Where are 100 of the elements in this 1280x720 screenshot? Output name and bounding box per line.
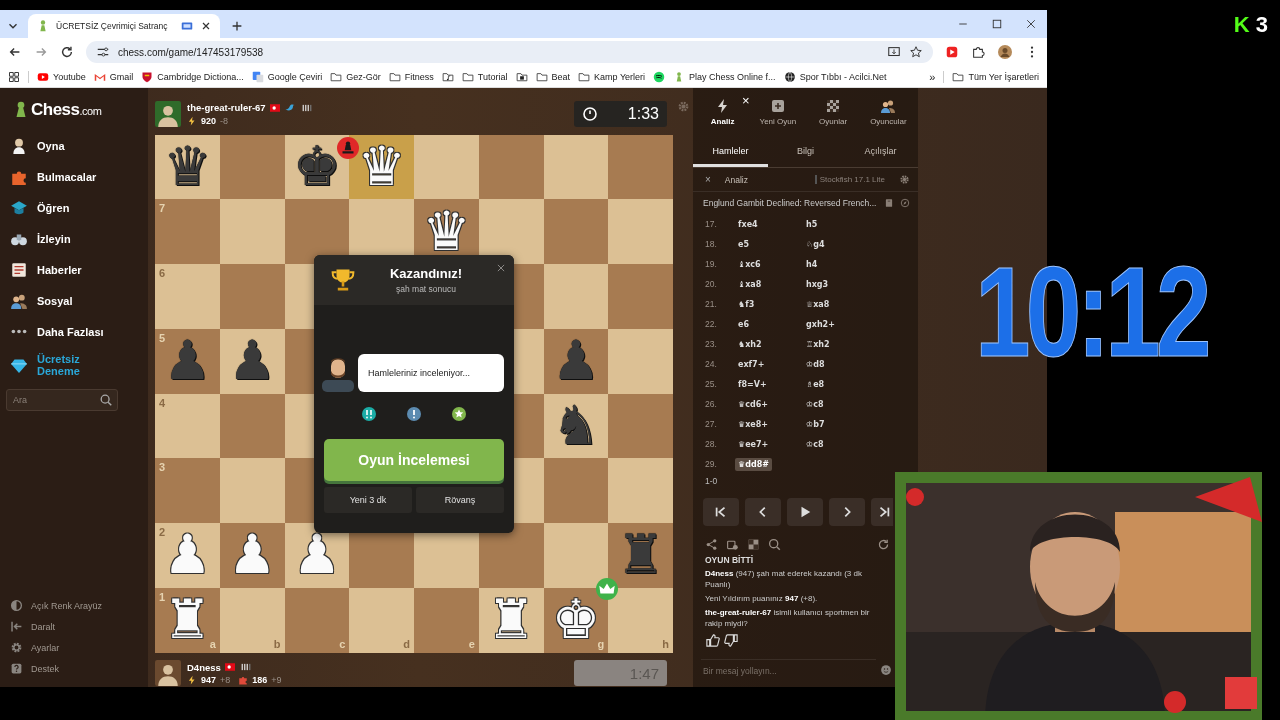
bookmark[interactable]: Tutorial	[461, 70, 508, 83]
panel-tab[interactable]: Hamleler	[693, 138, 768, 167]
move[interactable]: ♔c8	[803, 437, 871, 451]
board-square[interactable]: ♛	[155, 134, 220, 200]
move[interactable]: gxh2+	[803, 317, 871, 331]
move[interactable]: ♕xa8	[803, 297, 871, 311]
bookmark[interactable]: Beat	[535, 70, 571, 83]
reload-icon[interactable]	[60, 45, 74, 59]
move[interactable]: hxg3	[803, 277, 871, 291]
board-square[interactable]: ♞	[543, 393, 609, 459]
close-icon[interactable]	[200, 20, 212, 32]
install-icon[interactable]	[887, 45, 901, 59]
logo-text[interactable]: Chess.com	[31, 100, 102, 120]
panel-nav-item[interactable]: Oyunlar	[806, 98, 861, 138]
move[interactable]: ♞f3	[735, 297, 803, 311]
move[interactable]: ♛xe8+	[735, 417, 803, 431]
sidebar-footer-item[interactable]: Daralt	[6, 616, 148, 637]
apps-icon[interactable]	[8, 70, 20, 83]
move[interactable]: ♛ee7+	[735, 437, 803, 451]
share-icon[interactable]	[705, 538, 718, 551]
move[interactable]: ♝xc6	[735, 257, 803, 271]
record-icon[interactable]	[945, 45, 959, 59]
move[interactable]: exf7+	[735, 357, 803, 371]
board-square[interactable]: ♚	[284, 134, 350, 200]
bookmark[interactable]: Gez-Gör	[330, 70, 381, 83]
move[interactable]: f8=V+	[735, 377, 803, 391]
next-button[interactable]	[829, 498, 865, 526]
site-settings-icon[interactable]	[96, 45, 110, 59]
panel-tab[interactable]: Açılışlar	[843, 138, 918, 167]
bookmark[interactable]: Fitness	[388, 70, 434, 83]
chess-piece[interactable]: ♚	[292, 139, 342, 194]
board-image-icon[interactable]	[747, 538, 760, 551]
bookmark[interactable]: Youtube	[37, 70, 86, 83]
move[interactable]: ♛dd8#	[735, 457, 772, 471]
compass-icon[interactable]	[900, 198, 910, 208]
nav-item[interactable]: Sosyal	[6, 285, 148, 316]
new-tab-icon[interactable]	[230, 19, 244, 33]
panel-tab[interactable]: Bilgi	[768, 138, 843, 167]
dialog-button[interactable]: Yeni 3 dk	[324, 486, 412, 513]
bookmark[interactable]: Spor Tıbbı - Acilci.Net	[783, 70, 887, 83]
search-icon[interactable]	[99, 393, 113, 407]
folder-film-icon[interactable]	[515, 70, 528, 83]
chess-piece[interactable]: ♟	[227, 334, 277, 389]
play-button[interactable]	[787, 498, 823, 526]
move[interactable]: e5	[735, 237, 803, 251]
emoji-icon[interactable]	[880, 664, 892, 676]
zoom-icon[interactable]	[768, 538, 781, 551]
move[interactable]: ♖xh2	[803, 337, 871, 351]
move[interactable]: h5	[803, 217, 871, 231]
more-bookmarks-button[interactable]: »	[929, 70, 936, 83]
move[interactable]: ♞xh2	[735, 337, 803, 351]
sidebar-footer-item[interactable]: Destek	[6, 658, 148, 679]
flip-board-icon[interactable]	[877, 538, 890, 551]
move[interactable]: ♔b7	[803, 417, 871, 431]
address-bar[interactable]: chess.com/game/147453179538	[86, 41, 933, 63]
extensions-icon[interactable]	[971, 45, 985, 59]
bookmark[interactable]: Tüm Yer İşaretleri	[952, 70, 1039, 83]
sidebar-footer-item[interactable]: Ayarlar	[6, 637, 148, 658]
first-move-button[interactable]	[703, 498, 739, 526]
nav-item[interactable]: Öğren	[6, 192, 148, 223]
bookmark[interactable]: Cambridge Dictiona...	[141, 70, 244, 83]
close-button[interactable]: ×	[705, 174, 711, 185]
dialog-button[interactable]: Rövanş	[416, 486, 504, 513]
move[interactable]: ♗e8	[803, 377, 871, 391]
maximize-icon[interactable]	[991, 18, 1003, 30]
settings-icon[interactable]	[899, 174, 910, 185]
nav-item[interactable]: İzleyin	[6, 223, 148, 254]
bookmark[interactable]: Play Chess Online f...	[673, 70, 776, 83]
browser-tab[interactable]: ÜCRETSİZ Çevrimiçi Satranç	[28, 14, 220, 38]
bookmark[interactable]: Gmail	[93, 70, 134, 83]
bookmark[interactable]: Google Çeviri	[251, 70, 323, 83]
back-icon[interactable]	[8, 45, 22, 59]
move[interactable]: ♘g4	[803, 237, 871, 251]
player-name[interactable]: D4ness	[187, 661, 221, 673]
spotify-icon[interactable]	[653, 70, 666, 83]
folder-music-icon[interactable]	[441, 70, 454, 83]
move[interactable]: ♛cd6+	[735, 397, 803, 411]
chat-input[interactable]: Bir mesaj yollayın...	[701, 659, 876, 681]
sidebar-footer-item[interactable]: Açık Renk Arayüz	[6, 595, 148, 616]
move[interactable]: h4	[803, 257, 871, 271]
settings-icon[interactable]	[676, 100, 690, 113]
forward-icon[interactable]	[34, 45, 48, 59]
last-move-button[interactable]	[871, 498, 893, 526]
close-icon[interactable]	[1025, 18, 1037, 30]
bookmark[interactable]: Kamp Yerleri	[578, 70, 646, 83]
previous-button[interactable]	[745, 498, 781, 526]
book-icon[interactable]	[884, 198, 894, 208]
thumbs-up-icon[interactable]	[705, 633, 720, 648]
nav-item[interactable]: Ücretsiz Deneme	[6, 347, 148, 383]
chess-piece[interactable]: ♛	[422, 204, 471, 259]
profile-avatar-icon[interactable]	[997, 44, 1013, 60]
move[interactable]: ♝xa8	[735, 277, 803, 291]
board-square[interactable]: ♟	[219, 328, 285, 394]
nav-item[interactable]: Bulmacalar	[6, 161, 148, 192]
add-game-icon[interactable]	[726, 538, 739, 551]
chess-piece[interactable]: ♞	[551, 398, 601, 453]
move[interactable]: ♔d8	[803, 357, 871, 371]
chess-piece[interactable]: ♟	[227, 528, 277, 583]
thumbs-down-icon[interactable]	[724, 633, 739, 648]
board-square[interactable]: ♟	[219, 523, 285, 588]
